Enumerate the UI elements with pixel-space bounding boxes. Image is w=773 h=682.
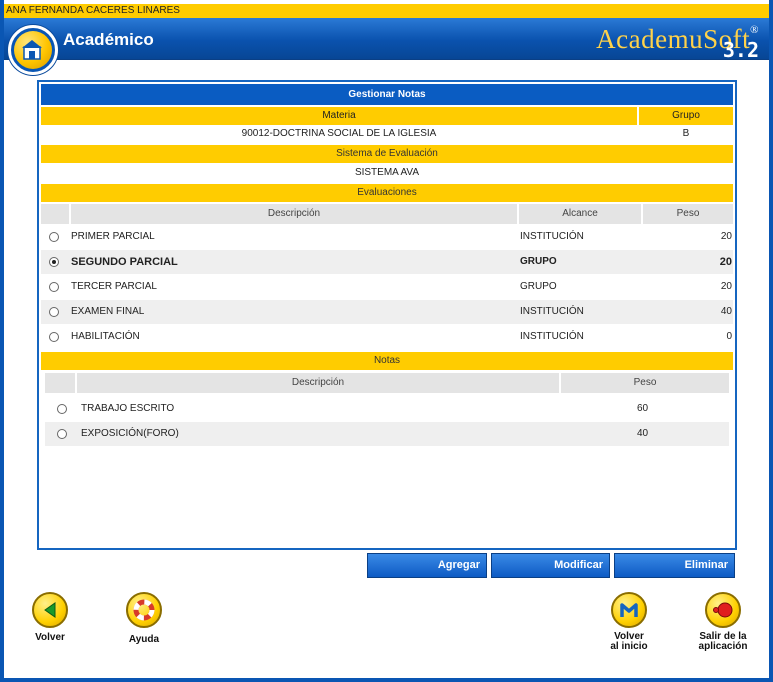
evaluaciones-column-header: Descripción Alcance Peso: [41, 204, 733, 224]
back-arrow-icon[interactable]: [32, 592, 68, 628]
evaluation-alcance: INSTITUCIÓN: [520, 331, 584, 342]
notas-descripcion-column-header: Descripción: [77, 373, 559, 393]
notas-header: Notas: [41, 352, 733, 370]
salir-nav[interactable]: Salir de la aplicación: [692, 592, 754, 652]
brand-registered: ®: [750, 24, 759, 36]
alcance-column-header: Alcance: [519, 204, 641, 224]
nota-descripcion: TRABAJO ESCRITO: [81, 403, 175, 414]
evaluation-descripcion: PRIMER PARCIAL: [71, 231, 155, 242]
descripcion-column-header: Descripción: [71, 204, 517, 224]
eliminar-button[interactable]: Eliminar: [614, 553, 735, 578]
evaluation-alcance: GRUPO: [520, 281, 557, 292]
academico-logo-icon: [8, 25, 58, 75]
home-m-icon[interactable]: [611, 592, 647, 628]
modificar-button[interactable]: Modificar: [491, 553, 610, 578]
materia-header: Materia: [41, 107, 637, 125]
evaluation-peso: 40: [720, 306, 732, 317]
nota-row[interactable]: TRABAJO ESCRITO 60: [45, 397, 729, 421]
notas-peso-column-header: Peso: [561, 373, 729, 393]
evaluation-radio[interactable]: [49, 332, 59, 342]
volver-inicio-nav[interactable]: Volver al inicio: [598, 592, 660, 652]
select-column-header: [41, 204, 69, 224]
evaluation-row-selected[interactable]: SEGUNDO PARCIAL GRUPO 20: [41, 250, 733, 274]
evaluation-row[interactable]: EXAMEN FINAL INSTITUCIÓN 40: [41, 300, 733, 324]
gestionar-notas-panel: Gestionar Notas Materia Grupo 90012-DOCT…: [37, 80, 737, 550]
evaluation-row[interactable]: TERCER PARCIAL GRUPO 20: [41, 275, 733, 299]
evaluation-radio[interactable]: [49, 282, 59, 292]
evaluation-peso: 20: [720, 281, 732, 292]
volver-inicio-label-2: al inicio: [610, 641, 648, 652]
nota-radio[interactable]: [57, 404, 67, 414]
nota-row[interactable]: EXPOSICIÓN(FORO) 40: [45, 422, 729, 446]
notas-column-header: Descripción Peso: [45, 373, 729, 393]
panel-title: Gestionar Notas: [41, 84, 733, 105]
evaluation-row[interactable]: PRIMER PARCIAL INSTITUCIÓN 20: [41, 225, 733, 249]
nota-peso: 40: [637, 428, 649, 439]
evaluation-descripcion: HABILITACIÓN: [71, 331, 140, 342]
ayuda-nav[interactable]: Ayuda: [116, 592, 172, 645]
user-name-bar: ANA FERNANDA CACERES LINARES: [4, 4, 769, 18]
sistema-header: Sistema de Evaluación: [41, 145, 733, 163]
evaluaciones-header: Evaluaciones: [41, 184, 733, 202]
module-title: Académico: [63, 30, 154, 49]
evaluation-peso: 20: [719, 256, 732, 268]
nota-radio[interactable]: [57, 429, 67, 439]
evaluation-peso: 20: [720, 231, 732, 242]
notas-select-column-header: [45, 373, 75, 393]
exit-icon[interactable]: [705, 592, 741, 628]
lifebuoy-icon[interactable]: [126, 592, 162, 628]
evaluation-descripcion: EXAMEN FINAL: [71, 306, 145, 317]
materia-value-row: 90012-DOCTRINA SOCIAL DE LA IGLESIA B: [41, 125, 733, 143]
evaluation-peso: 0: [726, 331, 732, 342]
agregar-button[interactable]: Agregar: [367, 553, 487, 578]
evaluation-radio-selected[interactable]: [49, 257, 59, 267]
evaluation-radio[interactable]: [49, 232, 59, 242]
grupo-value: B: [682, 128, 690, 139]
nota-descripcion: EXPOSICIÓN(FORO): [81, 428, 179, 439]
peso-column-header: Peso: [643, 204, 733, 224]
nota-peso: 60: [637, 403, 649, 414]
evaluation-descripcion: TERCER PARCIAL: [71, 281, 157, 292]
evaluation-descripcion: SEGUNDO PARCIAL: [71, 256, 178, 268]
evaluation-radio[interactable]: [49, 307, 59, 317]
salir-label-2: aplicación: [698, 641, 748, 652]
evaluation-alcance: INSTITUCIÓN: [520, 306, 584, 317]
volver-nav[interactable]: Volver: [22, 592, 78, 643]
volver-label: Volver: [35, 632, 65, 643]
materia-value: 90012-DOCTRINA SOCIAL DE LA IGLESIA: [241, 128, 437, 139]
evaluation-row[interactable]: HABILITACIÓN INSTITUCIÓN 0: [41, 325, 733, 349]
brand-version: 3.2: [722, 38, 759, 62]
materia-header-row: Materia Grupo: [41, 107, 733, 125]
evaluation-alcance: GRUPO: [520, 256, 557, 267]
evaluation-alcance: INSTITUCIÓN: [520, 231, 584, 242]
grupo-header: Grupo: [639, 107, 733, 125]
ayuda-label: Ayuda: [128, 634, 160, 645]
sistema-value: SISTEMA AVA: [354, 167, 420, 178]
